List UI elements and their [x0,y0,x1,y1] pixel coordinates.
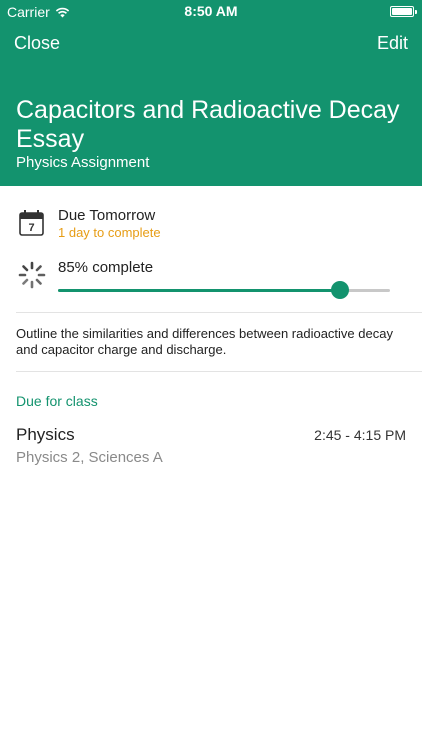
close-button[interactable]: Close [14,33,60,54]
due-title: Due Tomorrow [58,207,156,224]
divider [16,312,422,313]
status-time: 8:50 AM [184,3,238,19]
calendar-day: 7 [28,222,34,234]
progress-label: 85% complete [58,259,154,276]
status-bar: Carrier 8:50 AM [0,0,422,24]
assignment-header: Carrier 8:50 AM Close Edit Capacitors an… [0,0,422,186]
progress-row: 85% complete [0,256,422,304]
calendar-icon: 7 [19,210,44,236]
progress-fill [58,289,341,292]
class-time: 2:45 - 4:15 PM [314,427,406,443]
battery-icon [390,6,417,17]
assignment-title: Capacitors and Radioactive Decay Essay [16,96,400,153]
assignment-subtitle: Physics Assignment [16,154,150,171]
class-detail: Physics 2, Sciences A [16,449,163,466]
spinner-icon [18,261,46,289]
progress-slider-thumb[interactable] [331,281,350,299]
divider [16,371,422,372]
assignment-description: Outline the similarities and differences… [16,326,393,357]
due-date-row: 7 Due Tomorrow 1 day to complete [0,206,422,244]
due-for-class-heading: Due for class [16,393,98,409]
edit-button[interactable]: Edit [377,33,408,54]
class-name: Physics [16,425,75,444]
due-countdown: 1 day to complete [58,225,161,240]
progress-slider[interactable] [58,281,390,299]
